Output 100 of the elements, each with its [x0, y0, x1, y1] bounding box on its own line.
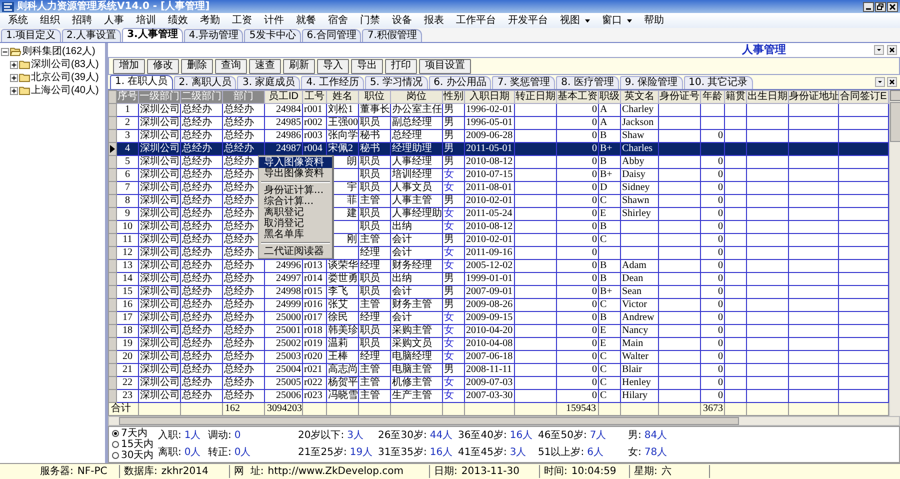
column-header[interactable]: 职位 [358, 90, 390, 104]
column-header[interactable]: 职级 [598, 90, 620, 104]
toolbar-button[interactable]: 查询 [215, 58, 247, 74]
tree-item[interactable]: 则科集团(162人) [22, 46, 96, 58]
column-header[interactable]: 身份证地址 [788, 90, 838, 104]
record-tab[interactable]: 2. 离职人员 [174, 76, 236, 89]
menu-item[interactable]: 培训 [130, 14, 162, 27]
context-menu-item[interactable]: 导入图像资料 [259, 157, 332, 168]
horizontal-scrollbar[interactable] [108, 416, 900, 426]
table-cell: 12 [116, 246, 138, 260]
column-header[interactable]: 基本工资 [556, 90, 598, 104]
column-header[interactable]: 转正日期 [514, 90, 556, 104]
toolbar-button[interactable]: 导入 [317, 58, 349, 74]
module-tab[interactable]: 7.积假管理 [362, 29, 422, 42]
menu-item[interactable]: 工作平台 [450, 14, 502, 27]
tree-item[interactable]: 上海公司(40人) [31, 84, 99, 96]
menu-item[interactable]: 工资 [226, 14, 258, 27]
table-cell: 0 [556, 272, 598, 286]
record-tab[interactable]: 9. 保险管理 [620, 76, 683, 89]
radio-button[interactable] [112, 430, 119, 437]
module-tab[interactable]: 1.项目定义 [1, 29, 61, 42]
menu-item[interactable]: 帮助 [638, 14, 670, 27]
tree-item[interactable]: 深圳公司(83人) [31, 58, 99, 70]
menu-item[interactable]: 开发平台 [502, 14, 554, 27]
module-tab[interactable]: 2.人事设置 [62, 29, 122, 42]
menu-item[interactable]: 考勤 [194, 14, 226, 27]
table-cell: 总经办 [222, 104, 264, 116]
toolbar-button[interactable]: 增加 [113, 58, 145, 74]
radio-label[interactable]: 15天内 [121, 438, 154, 450]
record-tab[interactable]: 5. 学习情况 [364, 76, 428, 89]
column-header[interactable]: 姓名 [326, 90, 358, 104]
column-header[interactable]: 岗位 [390, 90, 442, 104]
record-tab[interactable]: 7. 奖惩管理 [492, 76, 556, 89]
vertical-scrollbar[interactable] [889, 90, 900, 416]
minimize-icon[interactable] [863, 2, 874, 12]
module-tab[interactable]: 4.异动管理 [184, 29, 244, 42]
toolbar-button[interactable]: 打印 [385, 58, 417, 74]
column-header[interactable]: 身份证号 [658, 90, 700, 104]
menu-item[interactable]: 报表 [418, 14, 450, 27]
menu-item[interactable]: 视图 [554, 14, 596, 27]
table-cell [724, 168, 746, 182]
menu-item[interactable]: 人事 [98, 14, 130, 27]
column-header[interactable]: 入职日期 [464, 90, 514, 104]
menu-item[interactable]: 宿舍 [322, 14, 354, 27]
toolbar-button[interactable]: 刷新 [283, 58, 315, 74]
restore-icon[interactable] [875, 2, 886, 12]
menu-item[interactable]: 设备 [386, 14, 418, 27]
record-tab[interactable]: 8. 医疗管理 [556, 76, 619, 89]
close-icon[interactable] [887, 45, 897, 55]
table-cell: 男 [442, 116, 464, 130]
close-icon[interactable] [887, 2, 898, 12]
menu-item[interactable]: 招聘 [66, 14, 98, 27]
dropdown-icon[interactable] [875, 77, 885, 87]
stat-value: 44人 [430, 430, 453, 442]
column-header[interactable]: 年龄 [700, 90, 724, 104]
table-cell: 办公室主任 [390, 104, 442, 116]
row-header[interactable] [108, 142, 116, 156]
collapse-icon[interactable] [1, 48, 9, 56]
menu-item[interactable]: 就餐 [290, 14, 322, 27]
toolbar-button[interactable]: 修改 [147, 58, 179, 74]
toolbar-button[interactable]: 删除 [181, 58, 213, 74]
menu-item[interactable]: 计件 [258, 14, 290, 27]
table-cell [788, 168, 838, 182]
record-tab[interactable]: 10. 其它记录 [684, 76, 753, 89]
column-header[interactable]: 工号 [302, 90, 326, 104]
menu-item[interactable]: 门禁 [354, 14, 386, 27]
menu-item[interactable]: 组织 [34, 14, 66, 27]
radio-label[interactable]: 30天内 [121, 450, 154, 462]
column-header[interactable]: 员工ID [264, 90, 302, 104]
menu-item[interactable]: 系统 [2, 14, 34, 27]
menu-item[interactable]: 绩效 [162, 14, 194, 27]
table-cell: 2 [116, 116, 138, 130]
menu-item[interactable]: 窗口 [596, 14, 638, 27]
column-header[interactable]: 性别 [442, 90, 464, 104]
expand-icon[interactable] [10, 74, 18, 82]
column-header[interactable]: 合同签订E [838, 90, 888, 104]
table-cell: 采购文员 [390, 338, 442, 350]
record-tab[interactable]: 3. 家庭成员 [237, 76, 300, 89]
column-header[interactable]: 出生日期 [746, 90, 788, 104]
radio-button[interactable] [112, 441, 119, 448]
module-tab[interactable]: 6.合同管理 [302, 29, 362, 42]
module-tab[interactable]: 5发卡中心 [244, 29, 301, 42]
table-cell: B [598, 272, 620, 286]
toolbar-button[interactable]: 项目设置 [419, 58, 471, 74]
table-cell: 0 [556, 312, 598, 324]
column-header[interactable]: 英文名 [620, 90, 658, 104]
record-tab[interactable]: 1. 在职人员 [110, 75, 173, 89]
close-icon[interactable] [887, 77, 897, 87]
record-tab[interactable]: 6. 办公用品 [428, 76, 492, 89]
radio-button[interactable] [112, 452, 119, 459]
column-header[interactable]: 籍贯 [724, 90, 746, 104]
module-tab[interactable]: 3.人事管理 [122, 28, 183, 42]
radio-label[interactable]: 7天内 [121, 428, 148, 440]
toolbar-button[interactable]: 速查 [249, 58, 281, 74]
tree-item[interactable]: 北京公司(39人) [31, 72, 99, 84]
toolbar-button[interactable]: 导出 [351, 58, 383, 74]
expand-icon[interactable] [10, 86, 18, 94]
dropdown-icon[interactable] [874, 45, 884, 55]
expand-icon[interactable] [10, 60, 18, 68]
record-tab[interactable]: 4. 工作经历 [301, 76, 364, 89]
